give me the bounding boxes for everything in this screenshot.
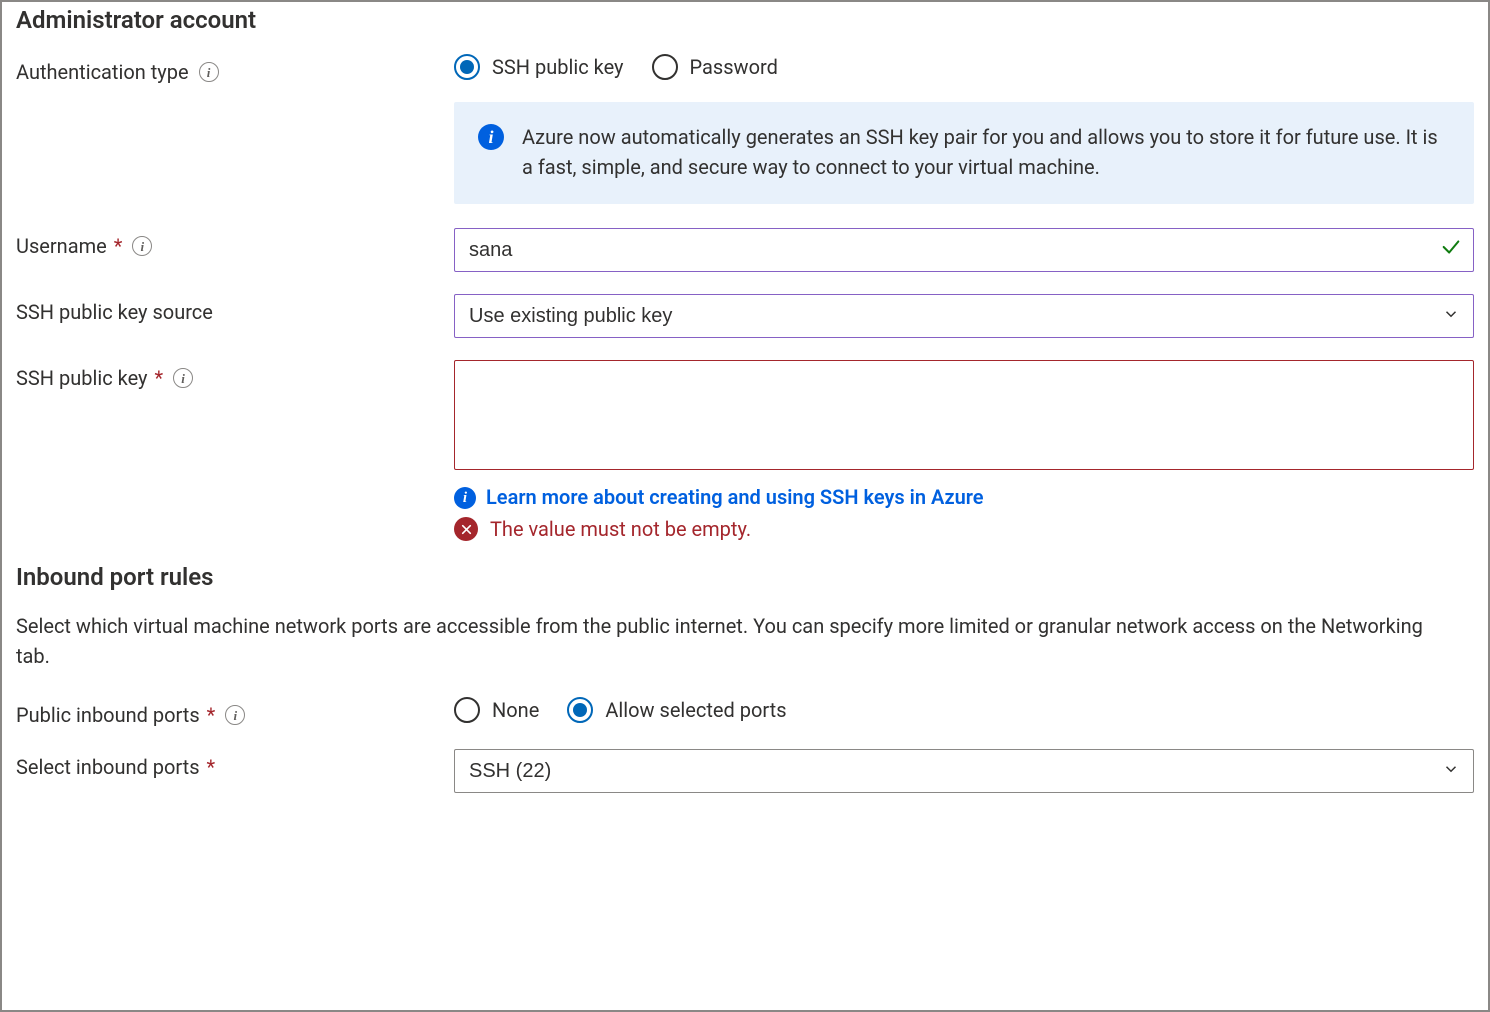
ports-none-radio[interactable]: None [454, 697, 539, 723]
info-icon[interactable]: i [225, 705, 245, 725]
ports-allow-label: Allow selected ports [605, 698, 786, 722]
error-icon [454, 517, 478, 541]
ports-allow-radio[interactable]: Allow selected ports [567, 697, 786, 723]
section-title-admin: Administrator account [16, 6, 1474, 34]
section-title-ports: Inbound port rules [16, 563, 1474, 591]
auth-type-ssh-radio[interactable]: SSH public key [454, 54, 624, 80]
info-filled-icon: i [478, 124, 504, 150]
username-label: Username [16, 234, 107, 258]
ssh-info-banner: i Azure now automatically generates an S… [454, 102, 1474, 204]
info-icon[interactable]: i [132, 236, 152, 256]
info-icon[interactable]: i [173, 368, 193, 388]
ssh-key-textarea[interactable] [454, 360, 1474, 470]
ssh-learn-more-link[interactable]: Learn more about creating and using SSH … [486, 485, 984, 509]
ssh-key-error-text: The value must not be empty. [490, 517, 751, 541]
select-ports-dropdown[interactable] [454, 749, 1474, 793]
ssh-info-text: Azure now automatically generates an SSH… [522, 122, 1450, 182]
info-filled-icon: i [454, 487, 476, 509]
required-marker: * [207, 703, 216, 727]
public-ports-radio-group: None Allow selected ports [454, 697, 1474, 723]
auth-type-label: Authentication type [16, 60, 189, 84]
ports-description: Select which virtual machine network por… [16, 611, 1446, 671]
key-source-select[interactable] [454, 294, 1474, 338]
info-icon[interactable]: i [199, 62, 219, 82]
auth-type-password-label: Password [690, 55, 778, 79]
public-ports-label: Public inbound ports [16, 703, 200, 727]
auth-type-password-radio[interactable]: Password [652, 54, 778, 80]
username-input[interactable] [454, 228, 1474, 272]
select-ports-label: Select inbound ports [16, 755, 200, 779]
auth-type-radio-group: SSH public key Password [454, 54, 1474, 80]
required-marker: * [207, 755, 216, 779]
ports-none-label: None [492, 698, 539, 722]
required-marker: * [154, 366, 163, 390]
auth-type-ssh-label: SSH public key [492, 55, 624, 79]
required-marker: * [114, 234, 123, 258]
ssh-key-label: SSH public key [16, 366, 148, 390]
key-source-label: SSH public key source [16, 300, 213, 324]
